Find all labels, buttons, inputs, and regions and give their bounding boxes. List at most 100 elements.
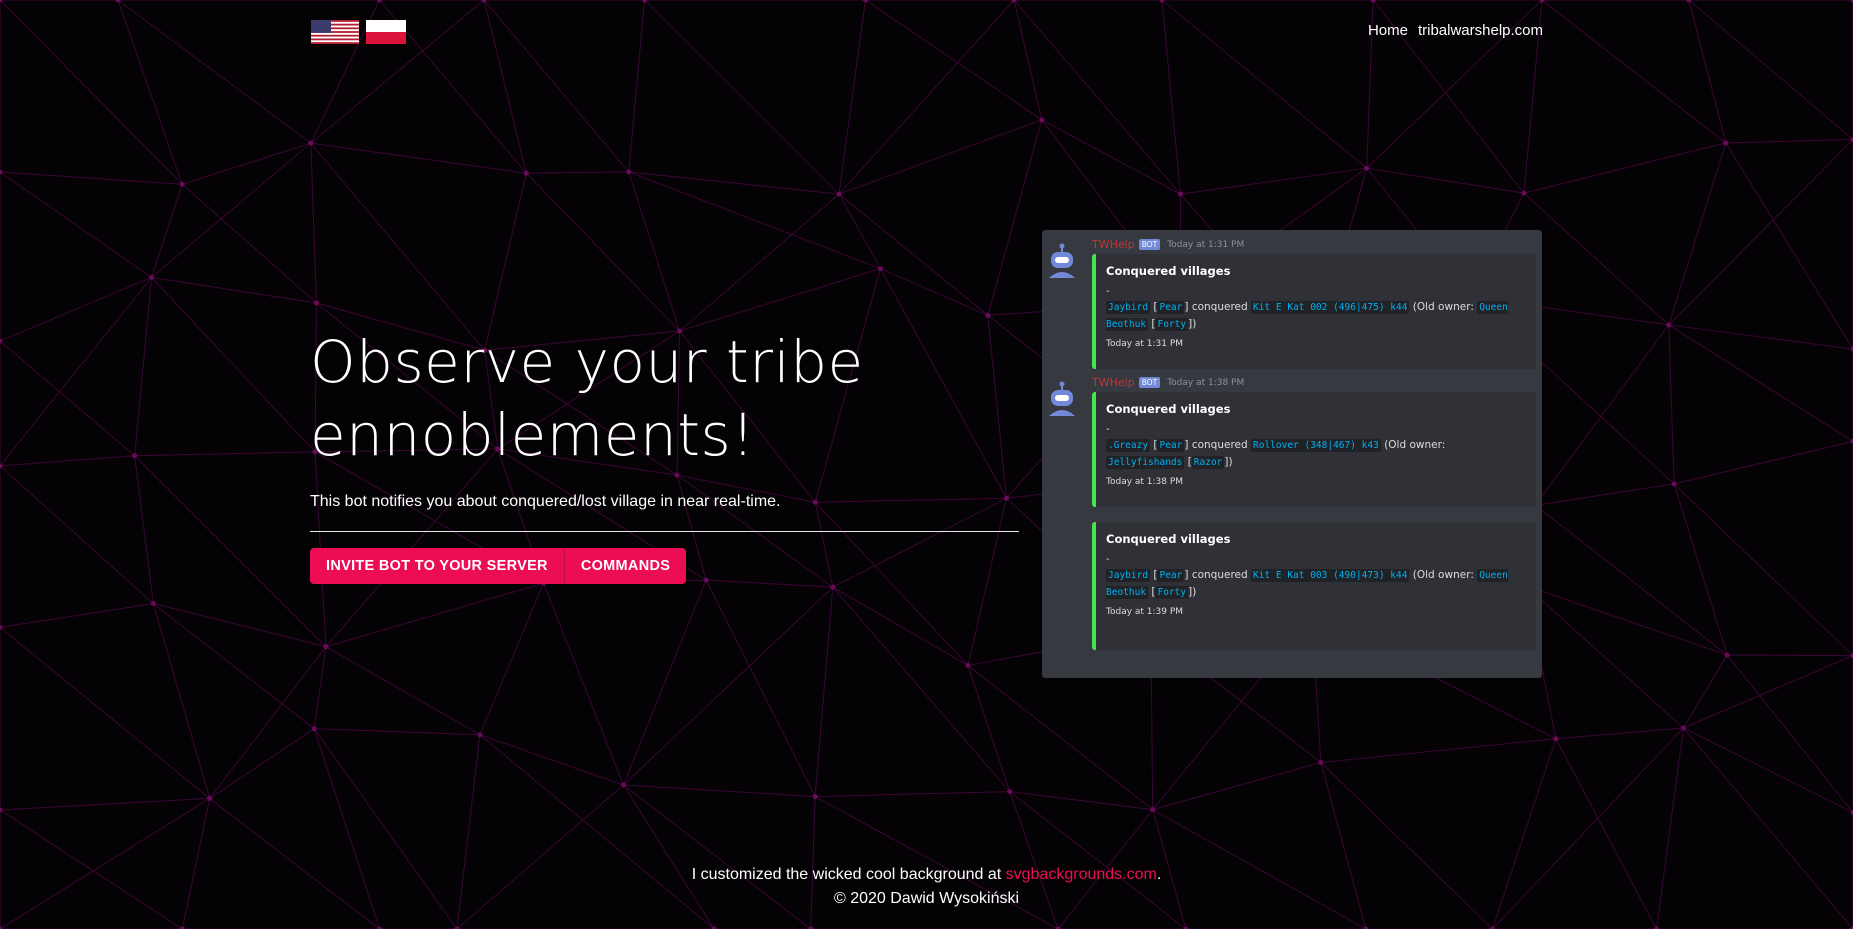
embed-dash: - <box>1106 424 1110 435</box>
background-line <box>209 646 327 799</box>
message-time: Today at 1:38 PM <box>1167 377 1245 388</box>
background-line <box>1161 0 1181 195</box>
background-dot <box>311 726 317 732</box>
background-dot <box>1003 495 1009 501</box>
discord-preview: TWHelp BOT Today at 1:31 PM Conquered vi… <box>1042 230 1542 678</box>
old-owner-tribe-link[interactable]: Forty <box>1155 318 1189 331</box>
background-line <box>314 728 480 736</box>
background-dot <box>313 300 319 306</box>
background-line <box>1688 0 1853 140</box>
background-line <box>623 586 834 786</box>
bot-avatar-icon <box>1049 243 1075 278</box>
bot-name[interactable]: TWHelp <box>1092 376 1135 389</box>
background-line <box>1555 727 1684 740</box>
background-line <box>152 603 211 799</box>
background-line <box>1726 654 1853 813</box>
embed-footer-time: Today at 1:31 PM <box>1106 339 1184 349</box>
background-line <box>815 791 1010 798</box>
embed-dash: - <box>1106 286 1110 297</box>
background-line <box>483 0 527 174</box>
background-dot <box>1364 165 1370 171</box>
hero-title-line1: Observe your tribe <box>310 328 864 396</box>
background-dot <box>1178 191 1184 197</box>
background-line <box>1161 0 1368 169</box>
bot-badge: BOT <box>1138 377 1161 388</box>
nav-home-link[interactable]: Home <box>1368 22 1408 39</box>
background-line <box>1320 738 1556 763</box>
background-dot <box>674 472 680 478</box>
player-link[interactable]: Jaybird <box>1106 301 1151 314</box>
embed-title: Conquered villages <box>1106 402 1231 416</box>
pl-flag-icon[interactable] <box>366 20 406 44</box>
background-line <box>814 502 834 588</box>
embed-description: Jaybird [Pear] conquered Kit E Kat 003 (… <box>1106 569 1508 599</box>
background-dot <box>812 794 818 800</box>
background-line <box>0 465 154 604</box>
invite-bot-button[interactable]: INVITE BOT TO YOUR SERVER <box>310 548 564 584</box>
background-dot <box>812 499 818 505</box>
background-line <box>628 171 681 332</box>
old-owner-label: (Old owner: <box>1384 439 1446 451</box>
credit-line: I customized the wicked cool background … <box>0 863 1853 887</box>
background-line <box>151 184 183 278</box>
background-dot <box>1150 807 1156 813</box>
copyright: © 2020 Dawid Wysokiński <box>833 890 1020 907</box>
embed: Conquered villages - .Greazy [Pear] conq… <box>1092 392 1536 507</box>
background-line <box>134 277 152 456</box>
player-link[interactable]: .Greazy <box>1106 439 1151 452</box>
background-line <box>182 142 311 185</box>
background-line <box>1668 324 1853 442</box>
background-line <box>1725 139 1853 144</box>
background-line <box>543 583 624 786</box>
background-dot <box>148 274 154 280</box>
verb: conquered <box>1191 439 1248 451</box>
background-line <box>483 0 630 173</box>
village-link[interactable]: Kit E Kat 002 (496|475) k44 <box>1251 301 1410 314</box>
background-dot <box>323 644 329 650</box>
us-flag-icon[interactable] <box>311 20 359 44</box>
background-line <box>0 277 152 467</box>
tribe-link[interactable]: Pear <box>1157 439 1185 452</box>
embed-description: .Greazy [Pear] conquered Rollover (348|4… <box>1106 439 1446 469</box>
old-owner-tribe-link[interactable]: Razor <box>1191 456 1225 469</box>
player-link[interactable]: Jaybird <box>1106 569 1151 582</box>
background-dot <box>1724 652 1730 658</box>
bot-badge: BOT <box>1138 239 1161 250</box>
verb: conquered <box>1191 301 1248 313</box>
background-dot <box>703 577 709 583</box>
background-line <box>967 665 1154 811</box>
commands-button[interactable]: COMMANDS <box>563 548 687 584</box>
nav-tribalwarshelp-link[interactable]: tribalwarshelp.com <box>1418 22 1543 39</box>
village-link[interactable]: Kit E Kat 003 (490|473) k44 <box>1251 569 1410 582</box>
tribe-link[interactable]: Pear <box>1157 569 1185 582</box>
background-line <box>838 0 866 195</box>
background-line <box>325 646 481 736</box>
hero-button-group: INVITE BOT TO YOUR SERVER COMMANDS <box>310 548 687 584</box>
background-line <box>1534 504 1728 656</box>
background-line <box>479 583 544 735</box>
background-line <box>987 119 1043 316</box>
close-bracket: ]) <box>1188 586 1197 598</box>
hero-divider <box>310 531 1019 532</box>
background-line <box>679 193 840 332</box>
background-line <box>1535 483 1675 506</box>
background-line <box>1523 192 1670 326</box>
background-line <box>1009 791 1153 811</box>
background-line <box>832 497 1007 588</box>
bot-name[interactable]: TWHelp <box>1092 238 1135 251</box>
background-dot <box>830 584 836 590</box>
background-line <box>526 171 629 174</box>
tribe-link[interactable]: Pear <box>1157 301 1185 314</box>
background-line <box>623 784 816 798</box>
svgbackgrounds-link[interactable]: svgbackgrounds.com <box>1006 866 1157 883</box>
background-line <box>153 603 327 648</box>
village-link[interactable]: Rollover (348|467) k43 <box>1251 439 1381 452</box>
embed-description: Jaybird [Pear] conquered Kit E Kat 002 (… <box>1106 301 1508 331</box>
old-owner-link[interactable]: Jellyfishands <box>1106 456 1185 469</box>
background-line <box>310 143 317 304</box>
background-dot <box>477 732 483 738</box>
background-dot <box>115 0 121 3</box>
credit-text: I customized the wicked cool background … <box>691 866 1002 883</box>
old-owner-tribe-link[interactable]: Forty <box>1155 586 1189 599</box>
background-dot <box>1723 140 1729 146</box>
